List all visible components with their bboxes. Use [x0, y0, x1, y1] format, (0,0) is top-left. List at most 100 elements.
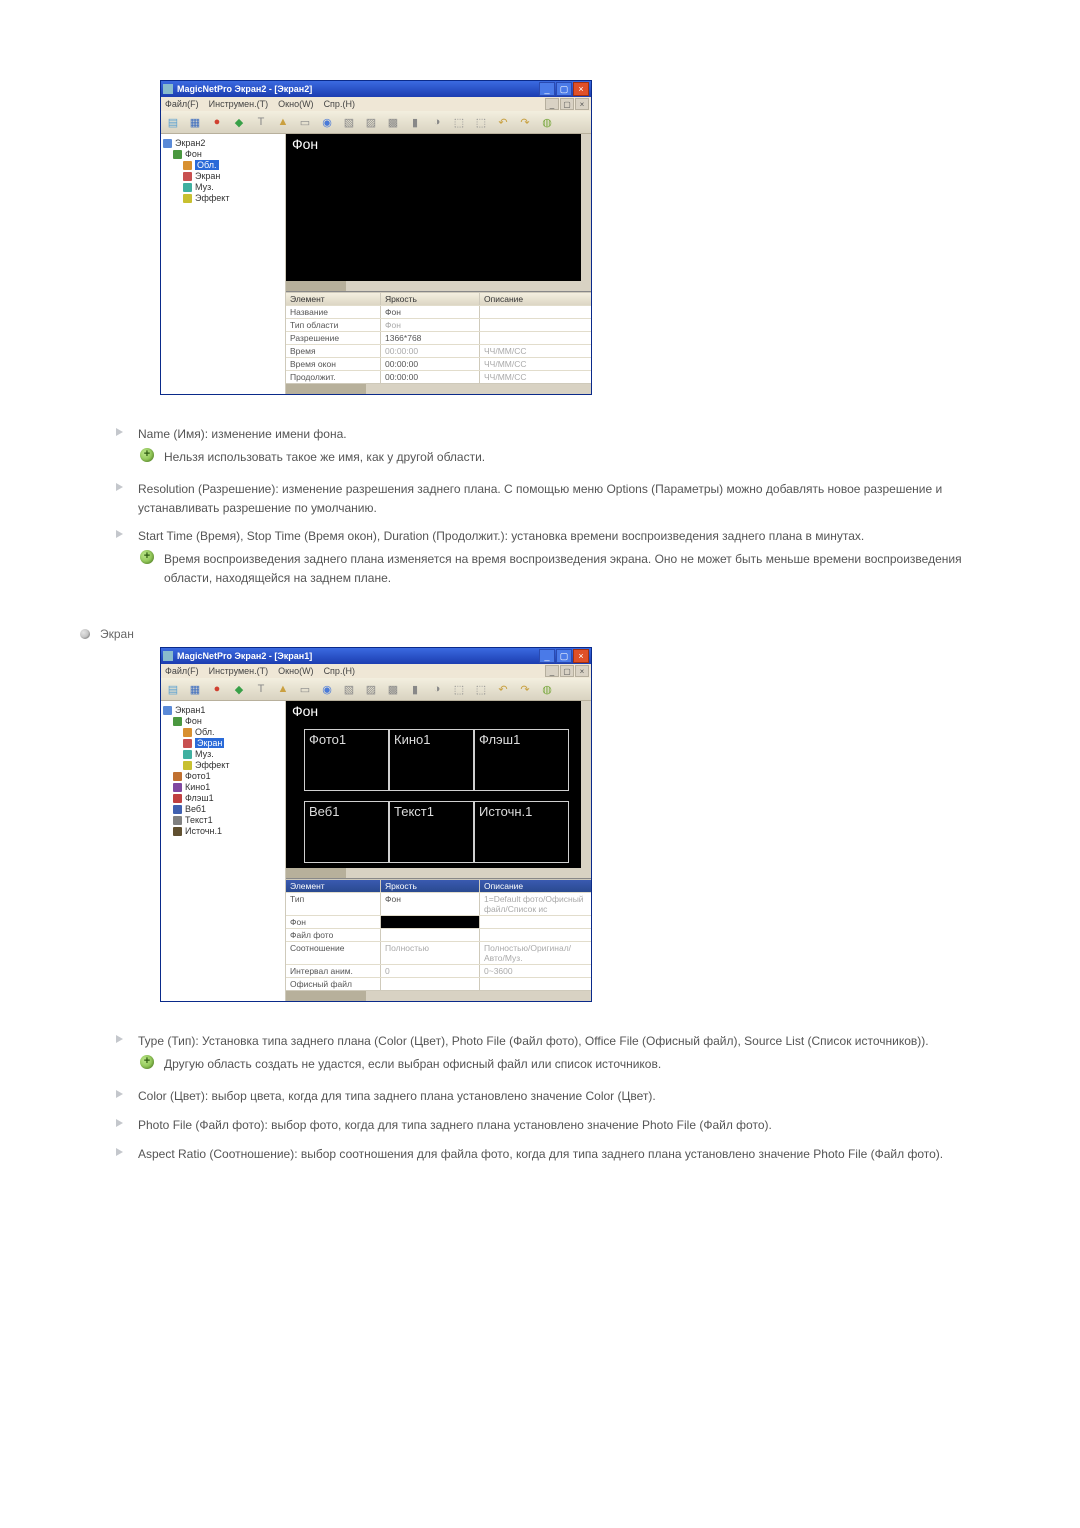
tool-icon[interactable]: ● [209, 114, 225, 130]
text-tool-icon[interactable]: T [253, 681, 269, 697]
grid-scroll[interactable] [286, 383, 591, 394]
doc-restore-button[interactable]: ▢ [560, 665, 574, 677]
tool-icon[interactable]: ◉ [319, 681, 335, 697]
tool-icon[interactable]: ▨ [363, 114, 379, 130]
text-tool-icon[interactable]: T [253, 114, 269, 130]
tree-source[interactable]: Источн.1 [185, 826, 222, 836]
prop-value[interactable]: Фон [381, 306, 480, 318]
prop-value[interactable]: 1366*768 [381, 332, 480, 344]
maximize-button[interactable]: ▢ [556, 82, 572, 96]
scrollbar-horizontal[interactable] [286, 281, 581, 291]
close-button[interactable]: × [573, 649, 589, 663]
tree-web[interactable]: Веб1 [185, 804, 206, 814]
close-button[interactable]: × [573, 82, 589, 96]
tree-bg-sub[interactable]: Обл. [195, 727, 215, 737]
tree-bg-selected[interactable]: Обл. [195, 160, 219, 170]
region-photo[interactable]: Фото1 [304, 729, 389, 791]
tool-icon[interactable]: ▭ [297, 681, 313, 697]
doc-list-1: Name (Имя): изменение имени фона. + Нель… [116, 423, 980, 599]
tree-screen[interactable]: Экран [195, 171, 220, 181]
grid-scroll[interactable] [286, 990, 591, 1001]
scrollbar-vertical[interactable] [581, 134, 591, 291]
tree-effect[interactable]: Эффект [195, 760, 229, 770]
doc-restore-button[interactable]: ▢ [560, 98, 574, 110]
prop-value[interactable]: 00:00:00 [381, 345, 480, 357]
tool-icon[interactable]: ▧ [341, 681, 357, 697]
tool-icon[interactable]: ⬚ [473, 681, 489, 697]
prop-value[interactable]: 00:00:00 [381, 358, 480, 370]
tool-icon[interactable]: ▨ [363, 681, 379, 697]
doc-minimize-button[interactable]: _ [545, 98, 559, 110]
scrollbar-horizontal[interactable] [286, 868, 581, 878]
stage-canvas[interactable]: Фон [286, 134, 591, 292]
undo-icon[interactable]: ↶ [495, 681, 511, 697]
tool-icon[interactable]: ▲ [275, 681, 291, 697]
tool-icon[interactable]: ▮ [407, 114, 423, 130]
menu-tools[interactable]: Инструмен.(T) [209, 99, 269, 109]
redo-icon[interactable]: ↷ [517, 114, 533, 130]
tool-icon[interactable]: ◑ [429, 681, 445, 697]
menu-window[interactable]: Окно(W) [278, 666, 313, 676]
maximize-button[interactable]: ▢ [556, 649, 572, 663]
menu-file[interactable]: Файл(F) [165, 99, 199, 109]
prop-value[interactable]: Фон [381, 893, 480, 915]
minimize-button[interactable]: _ [539, 82, 555, 96]
scrollbar-vertical[interactable] [581, 701, 591, 878]
doc-minimize-button[interactable]: _ [545, 665, 559, 677]
tree-bg[interactable]: Фон [185, 149, 202, 159]
prop-value-color[interactable] [381, 916, 480, 928]
redo-icon[interactable]: ↷ [517, 681, 533, 697]
tool-icon[interactable]: ▲ [275, 114, 291, 130]
tool-icon[interactable]: ▩ [385, 114, 401, 130]
region-text[interactable]: Текст1 [389, 801, 474, 863]
tree-flash[interactable]: Флэш1 [185, 793, 214, 803]
region-flash[interactable]: Флэш1 [474, 729, 569, 791]
tree-screen-selected[interactable]: Экран [195, 738, 224, 748]
prop-value[interactable] [381, 929, 480, 941]
prop-value[interactable]: 00:00:00 [381, 371, 480, 383]
tree-cinema[interactable]: Кино1 [185, 782, 210, 792]
tool-icon[interactable]: ◆ [231, 681, 247, 697]
tool-icon[interactable]: ⬚ [451, 114, 467, 130]
doc-close-button[interactable]: × [575, 98, 589, 110]
menu-file[interactable]: Файл(F) [165, 666, 199, 676]
region-source[interactable]: Источн.1 [474, 801, 569, 863]
region-web[interactable]: Веб1 [304, 801, 389, 863]
tree-music[interactable]: Муз. [195, 182, 214, 192]
tool-icon[interactable]: ◑ [429, 114, 445, 130]
stage-canvas[interactable]: Фон Фото1 Кино1 Флэш1 Веб1 Текст1 Источн… [286, 701, 591, 879]
tool-icon[interactable]: ▤ [165, 114, 181, 130]
tree-effect[interactable]: Эффект [195, 193, 229, 203]
minimize-button[interactable]: _ [539, 649, 555, 663]
tool-icon[interactable]: ◍ [539, 114, 555, 130]
tool-icon[interactable]: ● [209, 681, 225, 697]
tool-icon[interactable]: ◆ [231, 114, 247, 130]
menu-help[interactable]: Спр.(H) [324, 666, 355, 676]
region-cinema[interactable]: Кино1 [389, 729, 474, 791]
doc-close-button[interactable]: × [575, 665, 589, 677]
tool-icon[interactable]: ▦ [187, 114, 203, 130]
prop-value[interactable]: 0 [381, 965, 480, 977]
tool-icon[interactable]: ▤ [165, 681, 181, 697]
menu-help[interactable]: Спр.(H) [324, 99, 355, 109]
menu-window[interactable]: Окно(W) [278, 99, 313, 109]
tool-icon[interactable]: ◍ [539, 681, 555, 697]
tree-text[interactable]: Текст1 [185, 815, 213, 825]
prop-value[interactable]: Полностью [381, 942, 480, 964]
tool-icon[interactable]: ◉ [319, 114, 335, 130]
prop-value[interactable] [381, 978, 480, 990]
tool-icon[interactable]: ▦ [187, 681, 203, 697]
undo-icon[interactable]: ↶ [495, 114, 511, 130]
tool-icon[interactable]: ▩ [385, 681, 401, 697]
tool-icon[interactable]: ⬚ [451, 681, 467, 697]
tool-icon[interactable]: ▮ [407, 681, 423, 697]
tree-bg[interactable]: Фон [185, 716, 202, 726]
tree-music[interactable]: Муз. [195, 749, 214, 759]
tool-icon[interactable]: ⬚ [473, 114, 489, 130]
menu-tools[interactable]: Инструмен.(T) [209, 666, 269, 676]
tool-icon[interactable]: ▧ [341, 114, 357, 130]
tool-icon[interactable]: ▭ [297, 114, 313, 130]
tree-photo[interactable]: Фото1 [185, 771, 211, 781]
tree-root[interactable]: Экран1 [175, 705, 205, 715]
tree-root[interactable]: Экран2 [175, 138, 205, 148]
